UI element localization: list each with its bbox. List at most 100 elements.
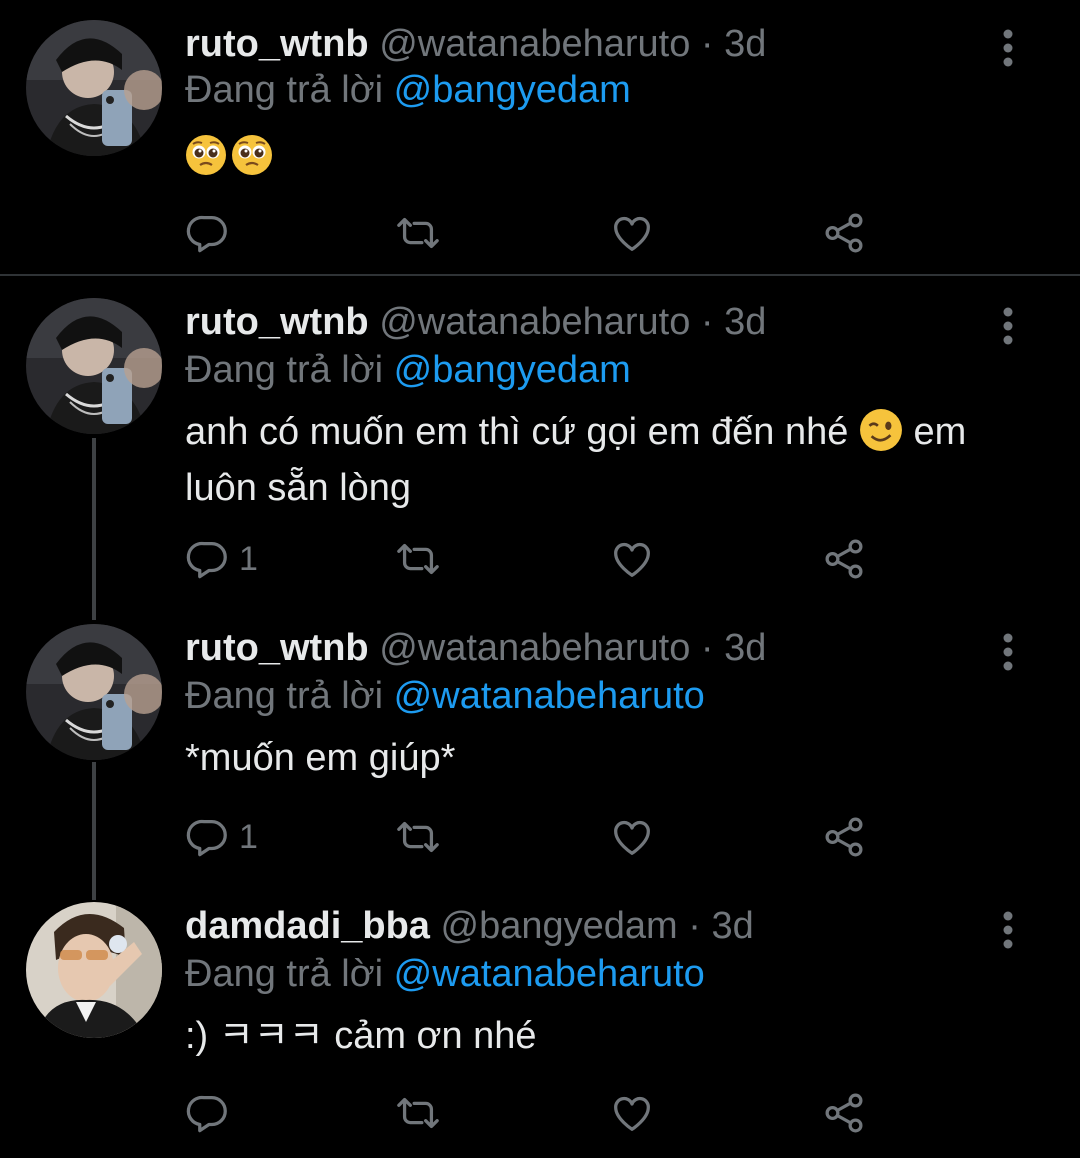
user-handle[interactable]: @watanabeharuto: [379, 627, 690, 669]
tweet-actions: 1: [185, 812, 885, 862]
mention-link[interactable]: @watanabeharuto: [394, 675, 705, 717]
retweet-button[interactable]: [395, 812, 441, 862]
avatar[interactable]: [26, 298, 162, 434]
like-button[interactable]: [609, 534, 655, 584]
display-name[interactable]: ruto_wtnb: [185, 627, 369, 669]
tweet-actions: [185, 1088, 885, 1138]
timestamp[interactable]: 3d: [724, 301, 766, 343]
tweet-text: anh có muốn em thì cứ gọi em đến nhé em …: [185, 408, 1035, 512]
timestamp[interactable]: 3d: [711, 905, 753, 947]
timestamp[interactable]: 3d: [724, 627, 766, 669]
share-icon: [825, 213, 863, 253]
reply-icon: [186, 541, 227, 579]
replying-prefix: Đang trả lời: [185, 349, 384, 391]
avatar-ruto-image: [26, 20, 162, 156]
tweet-text-part: anh có muốn em thì cứ gọi em đến nhé: [185, 411, 849, 453]
reply-button[interactable]: 1: [185, 534, 258, 584]
heart-icon: [614, 542, 650, 577]
display-name[interactable]: ruto_wtnb: [185, 301, 369, 343]
separator-dot: ·: [700, 301, 714, 343]
retweet-icon: [397, 543, 439, 575]
tweet-header: ruto_wtnb @watanabeharuto · 3d: [185, 22, 766, 66]
avatar-ruto-image: [26, 624, 162, 760]
tweet[interactable]: ruto_wtnb @watanabeharuto · 3d Đang trả …: [0, 278, 1080, 610]
winking-face-emoji: [859, 408, 903, 464]
share-button[interactable]: [821, 534, 867, 584]
more-options-button[interactable]: [996, 910, 1020, 950]
mention-link[interactable]: @bangyedam: [394, 69, 631, 111]
heart-icon: [614, 216, 650, 251]
avatar[interactable]: [26, 902, 162, 1038]
tweet-text: :) ㅋㅋㅋ cảm ơn nhé: [185, 1015, 537, 1057]
avatar[interactable]: [26, 20, 162, 156]
tweet-divider: [0, 274, 1080, 276]
avatar[interactable]: [26, 624, 162, 760]
share-icon: [825, 539, 863, 579]
retweet-icon: [397, 1097, 439, 1129]
more-vertical-icon: [1003, 911, 1013, 949]
tweet-text-part: em: [913, 411, 967, 453]
more-vertical-icon: [1003, 29, 1013, 67]
tweet[interactable]: damdadi_bba @bangyedam · 3d Đang trả lời…: [0, 882, 1080, 1158]
share-button[interactable]: [821, 812, 867, 862]
reply-icon: [186, 819, 227, 857]
tweet-text-line: luôn sẵn lòng: [185, 467, 412, 509]
share-button[interactable]: [821, 208, 867, 258]
reply-icon: [186, 1095, 227, 1133]
pleading-face-emoji: [185, 134, 227, 188]
tweet[interactable]: ruto_wtnb @watanabeharuto · 3d Đang trả …: [0, 0, 1080, 274]
replying-to: Đang trả lời @bangyedam: [185, 348, 631, 392]
separator-dot: ·: [700, 23, 714, 65]
replying-to: Đang trả lời @watanabeharuto: [185, 674, 705, 718]
retweet-button[interactable]: [395, 208, 441, 258]
more-vertical-icon: [1003, 633, 1013, 671]
tweet-text: [185, 132, 1035, 188]
tweet[interactable]: ruto_wtnb @watanabeharuto · 3d Đang trả …: [0, 604, 1080, 894]
retweet-icon: [397, 217, 439, 249]
reply-count: 1: [239, 817, 258, 856]
display-name[interactable]: damdadi_bba: [185, 905, 430, 947]
user-handle[interactable]: @watanabeharuto: [379, 301, 690, 343]
mention-link[interactable]: @watanabeharuto: [394, 953, 705, 995]
tweet-text: *muốn em giúp*: [185, 737, 456, 779]
tweet-actions: [185, 208, 885, 258]
replying-prefix: Đang trả lời: [185, 953, 384, 995]
pleading-face-emoji: [231, 134, 273, 188]
reply-button[interactable]: [185, 208, 231, 258]
more-options-button[interactable]: [996, 306, 1020, 346]
reply-button[interactable]: 1: [185, 812, 258, 862]
mention-link[interactable]: @bangyedam: [394, 349, 631, 391]
share-button[interactable]: [821, 1088, 867, 1138]
separator-dot: ·: [688, 905, 701, 947]
tweet-header: damdadi_bba @bangyedam · 3d: [185, 904, 754, 948]
share-icon: [825, 1093, 863, 1133]
tweet-actions: 1: [185, 534, 885, 584]
retweet-icon: [397, 821, 439, 853]
replying-to: Đang trả lời @bangyedam: [185, 68, 631, 112]
user-handle[interactable]: @watanabeharuto: [379, 23, 690, 65]
more-options-button[interactable]: [996, 28, 1020, 68]
replying-prefix: Đang trả lời: [185, 69, 384, 111]
retweet-button[interactable]: [395, 534, 441, 584]
replying-to: Đang trả lời @watanabeharuto: [185, 952, 705, 996]
display-name[interactable]: ruto_wtnb: [185, 23, 369, 65]
avatar-ruto-image: [26, 298, 162, 434]
reply-button[interactable]: [185, 1088, 231, 1138]
like-button[interactable]: [609, 208, 655, 258]
separator-dot: ·: [700, 627, 714, 669]
heart-icon: [614, 1096, 650, 1131]
heart-icon: [614, 820, 650, 855]
like-button[interactable]: [609, 1088, 655, 1138]
reply-count: 1: [239, 539, 258, 578]
more-options-button[interactable]: [996, 632, 1020, 672]
reply-icon: [186, 215, 227, 253]
user-handle[interactable]: @bangyedam: [441, 905, 678, 947]
retweet-button[interactable]: [395, 1088, 441, 1138]
share-icon: [825, 817, 863, 857]
replying-prefix: Đang trả lời: [185, 675, 384, 717]
tweet-header: ruto_wtnb @watanabeharuto · 3d: [185, 300, 766, 344]
avatar-bangyedam-image: [26, 902, 162, 1038]
more-vertical-icon: [1003, 307, 1013, 345]
timestamp[interactable]: 3d: [724, 23, 766, 65]
like-button[interactable]: [609, 812, 655, 862]
